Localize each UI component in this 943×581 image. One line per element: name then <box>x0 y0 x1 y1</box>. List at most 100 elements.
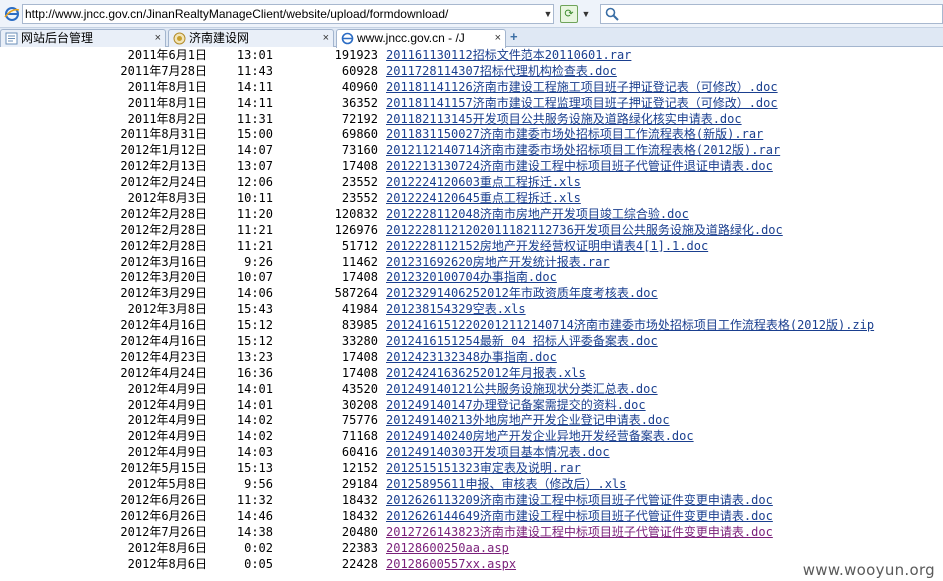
address-input[interactable]: http://www.jncc.gov.cn/JinanRealtyManage… <box>22 4 554 24</box>
search-input[interactable] <box>600 4 943 24</box>
file-link[interactable]: 2012626113209济南市建设工程中标项目班子代管证件变更申请表.doc <box>386 493 773 509</box>
file-link[interactable]: 201249140147办理登记备案需提交的资料.doc <box>386 398 646 414</box>
file-link[interactable]: 201181141157济南市建设工程监理项目班子押证登记表（可修改）.doc <box>386 96 778 112</box>
file-link[interactable]: 2012228112152房地产开发经营权证明申请表4[1].1.doc <box>386 239 708 255</box>
file-link[interactable]: 2012416151254最新 04 招标人评委备案表.doc <box>386 334 658 350</box>
file-size: 51712 <box>341 238 378 253</box>
tab-close-icon[interactable]: × <box>155 30 161 46</box>
file-time: 11:21 <box>236 238 273 253</box>
file-row: 2012年6月26日 14:46 18432 2012626144649济南市建设工程… <box>0 509 943 525</box>
file-date: 2012年2月24日 <box>120 175 207 190</box>
file-link[interactable]: 201249140240房地产开发企业异地开发经营备案表.doc <box>386 429 694 445</box>
file-time: 13:01 <box>236 48 273 62</box>
file-link[interactable]: 2011831150027济南市建委市场处招标项目工作流程表格(新版).rar <box>386 127 763 143</box>
file-time: 13:23 <box>236 349 273 364</box>
file-size: 120832 <box>334 206 378 221</box>
file-time: 14:03 <box>236 445 273 460</box>
file-time: 14:38 <box>236 524 273 539</box>
tab-jncc-site[interactable]: 济南建设网 × <box>168 29 334 47</box>
file-size: 73160 <box>341 143 378 158</box>
file-row: 2012年4月9日 14:02 71168 201249140240房地产开发企业异地… <box>0 429 943 445</box>
file-link[interactable]: 20123291406252012年市政资质年度考核表.doc <box>386 286 658 302</box>
file-size: 43520 <box>341 381 378 396</box>
file-size: 23552 <box>341 191 378 206</box>
file-time: 14:02 <box>236 413 273 428</box>
file-row: 2012年5月8日 9:56 29184 20125895611申报、审核表（修改后）… <box>0 477 943 493</box>
file-link[interactable]: 20124161512202012112140714济南市建委市场处招标项目工作… <box>386 318 874 334</box>
file-date: 2012年2月28日 <box>120 222 207 237</box>
file-link[interactable]: 2012224120603重点工程拆迁.xls <box>386 175 581 191</box>
file-size: 75776 <box>341 413 378 428</box>
file-link[interactable]: 201249140213外地房地产开发企业登记申请表.doc <box>386 413 670 429</box>
file-link[interactable]: 20128600557xx.aspx <box>386 557 516 573</box>
file-row: 2012年8月6日 0:05 22428 20128600557xx.aspx <box>0 557 943 573</box>
file-link[interactable]: 2012320100704办事指南.doc <box>386 270 557 286</box>
file-row: 2012年6月26日 11:32 18432 2012626113209济南市建设工程… <box>0 493 943 509</box>
file-size: 41984 <box>341 302 378 317</box>
file-size: 17408 <box>341 349 378 364</box>
file-link[interactable]: 2012213130724济南市建设工程中标项目班子代管证件退证申请表.doc <box>386 159 773 175</box>
file-size: 17408 <box>341 270 378 285</box>
file-date: 2012年4月16日 <box>120 334 207 349</box>
watermark-text: www.wooyun.org <box>802 561 935 579</box>
tab-label: www.jncc.gov.cn - /J <box>357 31 465 45</box>
refresh-go-icon[interactable]: ⟳ <box>560 5 578 23</box>
file-link[interactable]: 201249140121公共服务设施现状分类汇总表.doc <box>386 382 658 398</box>
file-link[interactable]: 2012224120645重点工程拆迁.xls <box>386 191 581 207</box>
file-size: 30208 <box>341 397 378 412</box>
file-row: 2012年8月3日 10:11 23552 2012224120645重点工程拆迁.x… <box>0 191 943 207</box>
file-link[interactable]: 20122281121202011182112736开发项目公共服务设施及道路绿… <box>386 223 783 239</box>
file-date: 2012年4月9日 <box>127 413 207 428</box>
file-size: 29184 <box>341 477 378 492</box>
file-date: 2012年6月26日 <box>120 492 207 507</box>
file-link[interactable]: 2012726143823济南市建设工程中标项目班子代管证件变更申请表.doc <box>386 525 773 541</box>
file-size: 18432 <box>341 508 378 523</box>
file-size: 22383 <box>341 540 378 555</box>
file-size: 17408 <box>341 365 378 380</box>
file-size: 587264 <box>334 286 378 301</box>
file-time: 15:12 <box>236 318 273 333</box>
tab-close-icon[interactable]: × <box>495 30 501 46</box>
file-row: 2011年8月1日 14:11 40960 201181141126济南市建设工程施工… <box>0 80 943 96</box>
file-link[interactable]: 2012228112048济南市房地产开发项目竣工综合验.doc <box>386 207 689 223</box>
file-link[interactable]: 2012626144649济南市建设工程中标项目班子代管证件变更申请表.doc <box>386 509 773 525</box>
file-time: 11:21 <box>236 222 273 237</box>
file-time: 0:05 <box>244 556 273 571</box>
file-link[interactable]: 201238154329空表.xls <box>386 302 526 318</box>
file-row: 2012年2月13日 13:07 17408 2012213130724济南市建设工程… <box>0 159 943 175</box>
file-row: 2012年2月28日 11:21 126976 2012228112120201118… <box>0 223 943 239</box>
file-link[interactable]: 20128600250aa.asp <box>386 541 509 557</box>
file-time: 10:07 <box>236 270 273 285</box>
file-link[interactable]: 2012112140714济南市建委市场处招标项目工作流程表格(2012版).r… <box>386 143 780 159</box>
file-row: 2012年4月9日 14:03 60416 201249140303开发项目基本情况表… <box>0 445 943 461</box>
file-size: 18432 <box>341 492 378 507</box>
file-link[interactable]: 2011728114307招标代理机构检查表.doc <box>386 64 617 80</box>
file-size: 23552 <box>341 175 378 190</box>
tab-directory-listing[interactable]: www.jncc.gov.cn - /J × <box>336 29 506 48</box>
file-date: 2011年8月1日 <box>127 95 207 110</box>
tab-admin[interactable]: 网站后台管理 × <box>0 29 166 47</box>
file-time: 15:12 <box>236 334 273 349</box>
file-link[interactable]: 201231692620房地产开发统计报表.rar <box>386 255 610 271</box>
file-row: 2012年4月16日 15:12 83985 20124161512202012112… <box>0 318 943 334</box>
tab-close-icon[interactable]: × <box>323 30 329 46</box>
file-link[interactable]: 2012423132348办事指南.doc <box>386 350 557 366</box>
file-link[interactable]: 20124241636252012年月报表.xls <box>386 366 586 382</box>
file-date: 2012年4月9日 <box>127 397 207 412</box>
file-size: 191923 <box>334 48 378 62</box>
address-dropdown-icon[interactable]: ▼ <box>542 5 554 23</box>
file-link[interactable]: 2012515151323审定表及说明.rar <box>386 461 581 477</box>
file-size: 71168 <box>341 429 378 444</box>
file-link[interactable]: 201249140303开发项目基本情况表.doc <box>386 445 610 461</box>
go-dropdown-icon[interactable]: ▼ <box>580 5 592 23</box>
search-icon[interactable] <box>605 7 619 21</box>
file-row: 2012年4月23日 13:23 17408 2012423132348办事指南.do… <box>0 350 943 366</box>
new-tab-button[interactable]: + <box>510 29 518 45</box>
file-row: 2012年4月16日 15:12 33280 2012416151254最新 04 招… <box>0 334 943 350</box>
file-link[interactable]: 201182113145开发项目公共服务设施及道路绿化核实申请表.doc <box>386 112 742 128</box>
file-link[interactable]: 201161130112招标文件范本20110601.rar <box>386 48 631 64</box>
file-date: 2012年8月6日 <box>127 540 207 555</box>
file-time: 14:46 <box>236 508 273 523</box>
file-link[interactable]: 20125895611申报、审核表（修改后）.xls <box>386 477 626 493</box>
file-link[interactable]: 201181141126济南市建设工程施工项目班子押证登记表（可修改）.doc <box>386 80 778 96</box>
